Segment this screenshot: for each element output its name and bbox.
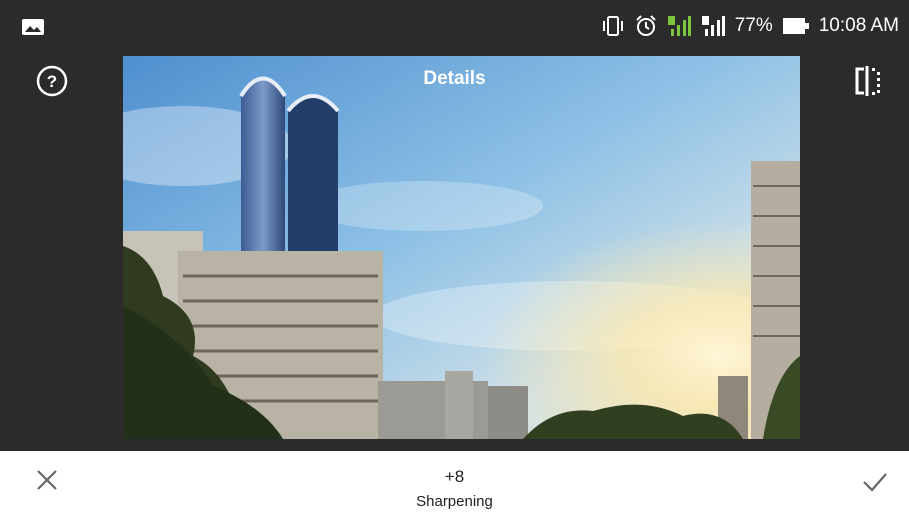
compare-icon[interactable] — [852, 64, 882, 98]
battery-percent: 77% — [734, 15, 773, 36]
vibrate-icon — [602, 16, 623, 36]
editor-area: ? Details — [0, 54, 909, 451]
screen-title: Details — [423, 68, 486, 89]
adjustment-value: +8 — [444, 467, 465, 486]
adjustment-label[interactable]: Sharpening — [0, 493, 909, 510]
signal-sim2-icon — [701, 16, 725, 36]
adjustment-bar: +8 Sharpening — [0, 451, 909, 519]
clock: 10:08 AM — [818, 15, 899, 36]
signal-sim1-icon — [667, 16, 691, 36]
battery-icon — [782, 18, 809, 34]
alarm-icon — [635, 15, 656, 36]
gallery-icon — [22, 19, 44, 35]
status-bar: 77% 10:08 AM — [0, 0, 909, 54]
check-icon[interactable] — [862, 471, 888, 493]
photo-preview[interactable] — [123, 56, 800, 439]
